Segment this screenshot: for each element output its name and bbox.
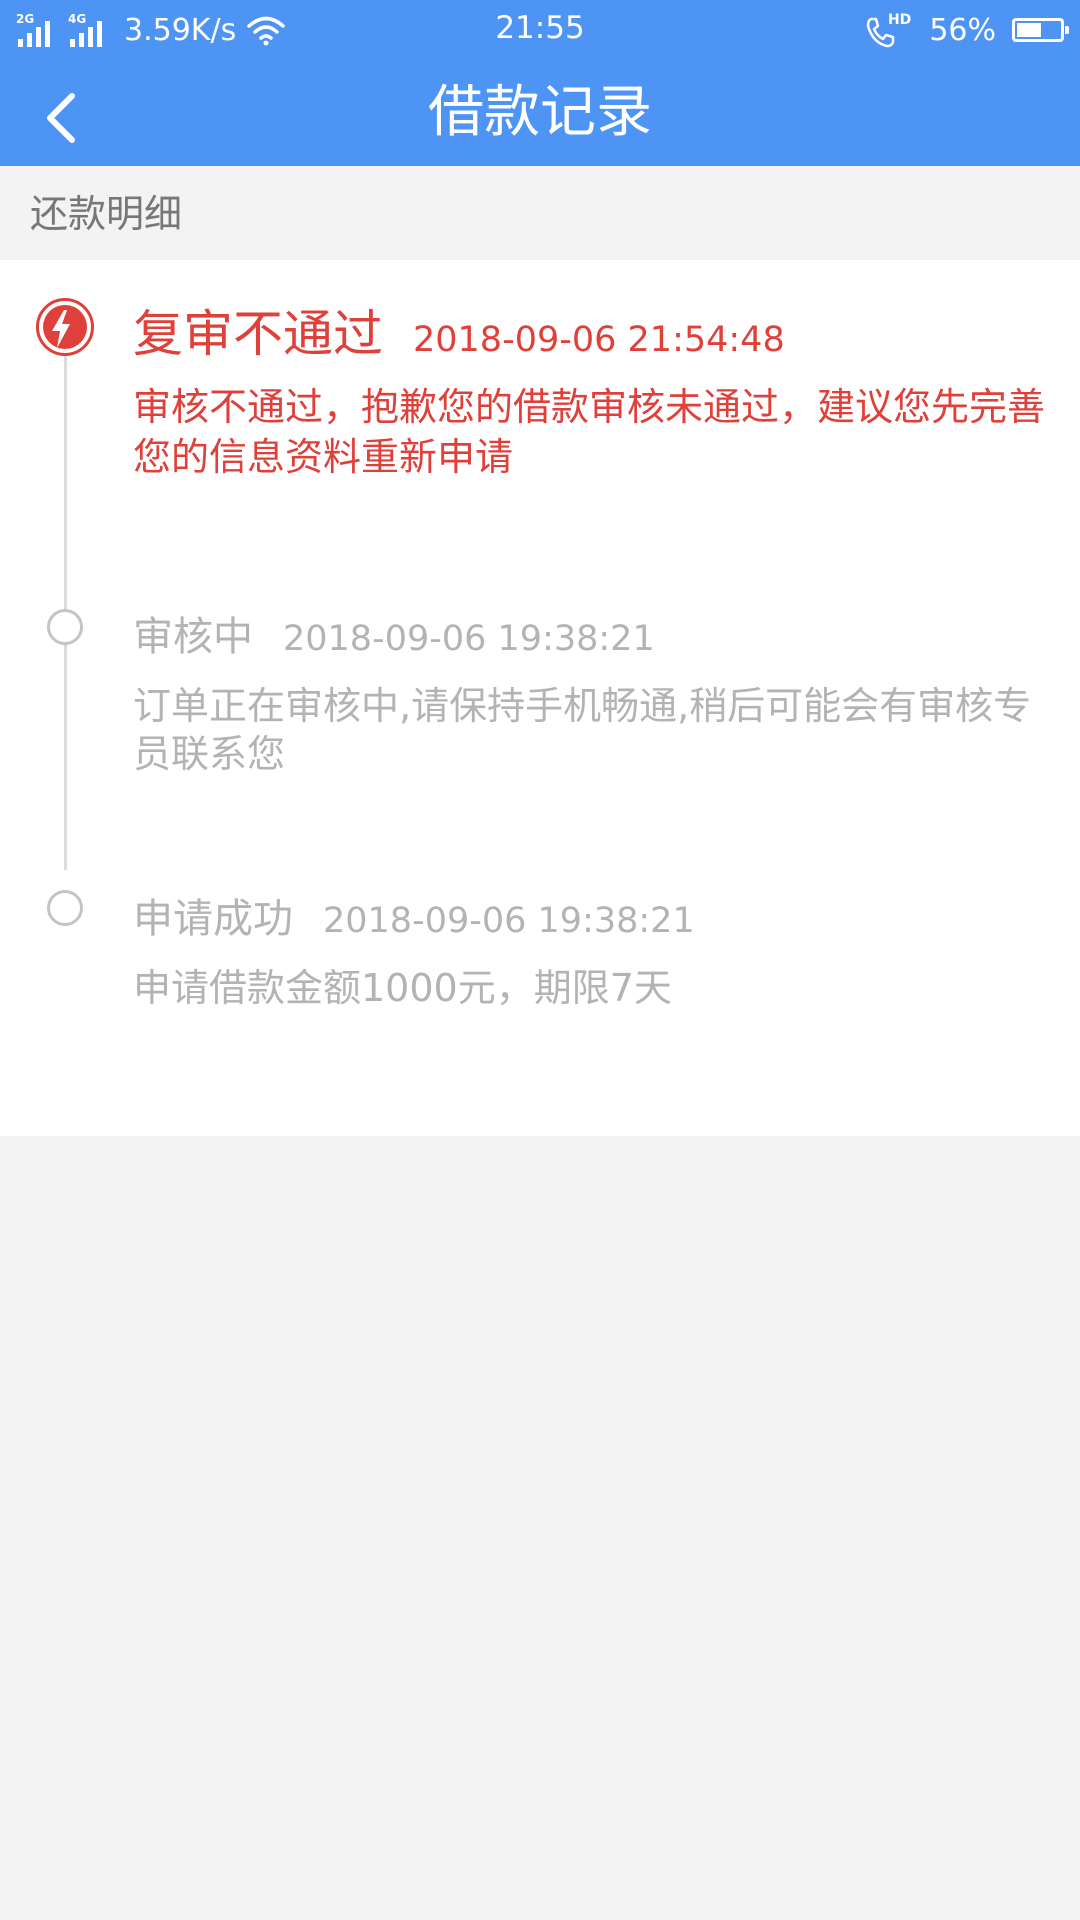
entry-description: 审核不通过，抱歉您的借款审核未通过，建议您先完善您的信息资料重新申请 [133,385,1046,479]
battery-fill [1017,23,1041,37]
hd-call-icon: HD [865,12,911,48]
entry-status: 复审不通过 [133,305,383,363]
battery-icon [1012,18,1069,42]
timeline-card: 复审不通过 2018-09-06 21:54:48 审核不通过，抱歉您的借款审核… [0,260,1080,1136]
entry-time: 2018-09-06 19:38:21 [323,901,695,941]
section-title: 还款明细 [30,192,183,236]
entry-description: 申请借款金额1000元，期限7天 [133,966,672,1010]
timeline-node-active [36,298,94,356]
entry-status: 申请成功 [133,896,293,942]
section-header: 还款明细 [0,166,1080,260]
lightning-icon [52,310,70,348]
status-bar: 2G 4G 3.59K/s 21:55 HD 56% [0,0,1080,58]
entry-time: 2018-09-06 21:54:48 [413,320,785,360]
nav-bar: 借款记录 [0,58,1080,166]
timeline-entry: 审核中 2018-09-06 19:38:21 订单正在审核中,请保持手机畅通,… [133,604,1053,778]
entry-status: 审核中 [133,614,253,660]
timeline-entry: 复审不通过 2018-09-06 21:54:48 审核不通过，抱歉您的借款审核… [133,294,1053,482]
entry-time: 2018-09-06 19:38:21 [283,619,655,659]
timeline-node [47,609,83,645]
status-bar-right: HD 56% [865,8,1069,52]
page-title: 借款记录 [428,80,652,145]
hd-badge: HD [887,12,912,28]
entry-description: 订单正在审核中,请保持手机畅通,稍后可能会有审核专员联系您 [133,684,1032,776]
timeline-entry: 申请成功 2018-09-06 19:38:21 申请借款金额1000元，期限7… [133,886,1053,1012]
battery-percent: 56% [929,12,996,48]
timeline-node [47,890,83,926]
